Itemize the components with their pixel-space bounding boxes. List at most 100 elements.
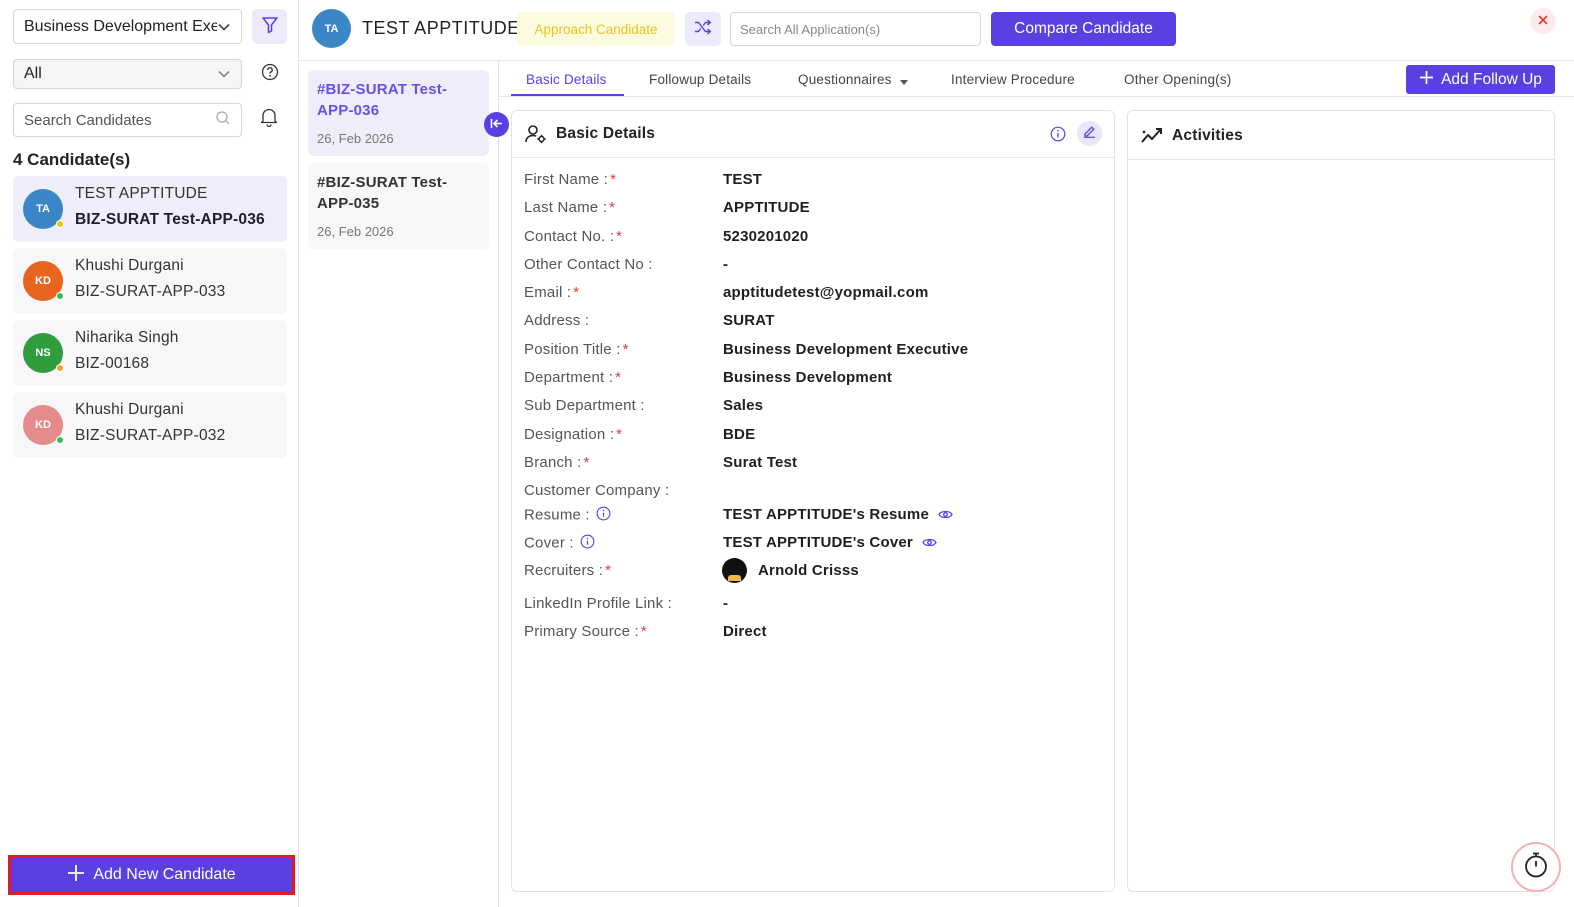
application-search-input[interactable]: Search All Application(s) <box>730 12 981 46</box>
field-value-email: apptitudetest@yopmail.com <box>723 284 929 301</box>
candidate-search-placeholder: Search Candidates <box>24 111 152 129</box>
compare-candidate-button[interactable]: Compare Candidate <box>991 12 1176 46</box>
application-date: 26, Feb 2026 <box>317 131 394 146</box>
field-label-address: Address : <box>524 312 590 329</box>
cover-link[interactable]: TEST APPTITUDE's Cover <box>723 534 937 552</box>
info-icon[interactable] <box>580 534 595 553</box>
field-value-sub-department: Sales <box>723 397 764 414</box>
add-new-candidate-label: Add New Candidate <box>93 866 236 883</box>
field-label-customer-company: Customer Company : <box>524 482 670 499</box>
field-value-recruiters: Arnold Crisss <box>758 562 859 579</box>
activities-title: Activities <box>1172 127 1243 144</box>
caret-down-icon <box>899 73 908 88</box>
tab-followup-details[interactable]: Followup Details <box>649 72 751 87</box>
status-dot <box>56 436 64 444</box>
candidate-name: Khushi Durgani <box>75 257 184 274</box>
tab-questionnaires[interactable]: Questionnaires <box>798 72 908 88</box>
candidate-code: BIZ-SURAT-APP-032 <box>75 427 226 444</box>
candidate-list-item[interactable]: KD Khushi Durgani BIZ-SURAT-APP-033 <box>13 248 287 314</box>
resume-link[interactable]: TEST APPTITUDE's Resume <box>723 506 953 524</box>
candidate-code: BIZ-00168 <box>75 355 150 372</box>
department-select[interactable]: Business Development Executive <box>13 9 242 44</box>
field-label-other-contact: Other Contact No : <box>524 256 653 273</box>
field-label-recruiters: Recruiters : * <box>524 562 612 579</box>
plus-icon <box>67 864 85 887</box>
basic-details-title: Basic Details <box>556 125 656 142</box>
field-label-sub-department: Sub Department : <box>524 397 645 414</box>
panel-divider <box>512 157 1114 158</box>
question-icon <box>261 63 279 85</box>
user-settings-icon <box>525 124 547 148</box>
field-label-branch: Branch : * <box>524 454 590 471</box>
application-item[interactable]: #BIZ-SURAT Test-APP-035 26, Feb 2026 <box>308 163 489 249</box>
stage-badge[interactable]: Approach Candidate <box>517 12 675 46</box>
add-follow-up-button[interactable]: Add Follow Up <box>1406 65 1555 94</box>
field-label-position-title: Position Title : * <box>524 341 629 358</box>
info-icon[interactable] <box>596 506 611 525</box>
close-icon <box>1538 12 1548 30</box>
filter-button[interactable] <box>252 9 287 44</box>
tab-questionnaires-label: Questionnaires <box>798 72 892 87</box>
status-dot <box>56 364 64 372</box>
field-label-designation: Designation : * <box>524 426 623 443</box>
candidate-title: TEST APPTITUDE <box>362 18 520 38</box>
application-list: #BIZ-SURAT Test-APP-036 26, Feb 2026 #BI… <box>299 61 499 907</box>
candidate-name: TEST APPTITUDE <box>75 185 208 202</box>
candidate-list-item[interactable]: KD Khushi Durgani BIZ-SURAT-APP-032 <box>13 392 287 458</box>
shuffle-button[interactable] <box>685 12 721 46</box>
eye-icon[interactable] <box>922 535 937 552</box>
field-value-address: SURAT <box>723 312 775 329</box>
field-value-position-title: Business Development Executive <box>723 341 969 358</box>
eye-icon[interactable] <box>938 507 953 524</box>
field-value-department: Business Development <box>723 369 893 386</box>
tab-basic-details[interactable]: Basic Details <box>526 72 607 87</box>
field-value-first-name: TEST <box>723 171 763 188</box>
status-dot <box>56 220 64 228</box>
application-date: 26, Feb 2026 <box>317 224 394 239</box>
activity-trend-icon <box>1140 126 1164 148</box>
application-title: #BIZ-SURAT Test-APP-036 <box>317 81 448 119</box>
avatar: TA <box>312 9 351 48</box>
field-label-email: Email : * <box>524 284 580 301</box>
stopwatch-icon <box>1522 851 1550 883</box>
field-value-primary-source: Direct <box>723 623 767 640</box>
chevron-down-icon <box>217 20 231 34</box>
field-value-last-name: APPTITUDE <box>723 199 810 216</box>
candidate-name: Khushi Durgani <box>75 401 184 418</box>
application-search-placeholder: Search All Application(s) <box>740 21 881 37</box>
close-button[interactable] <box>1530 8 1556 34</box>
candidate-list-item[interactable]: TA TEST APPTITUDE BIZ-SURAT Test-APP-036 <box>13 176 287 242</box>
candidate-list-item[interactable]: NS Niharika Singh BIZ-00168 <box>13 320 287 386</box>
tab-other-openings[interactable]: Other Opening(s) <box>1124 72 1232 87</box>
shuffle-icon <box>694 19 712 39</box>
field-value-other-contact: - <box>723 256 729 273</box>
field-label-first-name: First Name : * <box>524 171 617 188</box>
candidate-search-input[interactable]: Search Candidates <box>13 103 242 137</box>
field-label-contact-no: Contact No. : * <box>524 228 623 245</box>
collapse-panel-button[interactable] <box>484 112 509 137</box>
plus-icon <box>1419 70 1434 90</box>
field-value-branch: Surat Test <box>723 454 798 471</box>
activities-panel <box>1127 110 1555 892</box>
application-item[interactable]: #BIZ-SURAT Test-APP-036 26, Feb 2026 <box>308 70 489 156</box>
add-follow-up-label: Add Follow Up <box>1441 70 1542 88</box>
candidate-code: BIZ-SURAT Test-APP-036 <box>75 211 265 228</box>
field-label-last-name: Last Name : * <box>524 199 616 216</box>
info-icon[interactable] <box>1050 126 1066 146</box>
field-value-designation: BDE <box>723 426 756 443</box>
tab-interview-procedure[interactable]: Interview Procedure <box>951 72 1075 87</box>
notifications-button[interactable] <box>258 107 280 131</box>
edit-button[interactable] <box>1077 121 1102 146</box>
help-button[interactable] <box>259 63 281 85</box>
candidate-code: BIZ-SURAT-APP-033 <box>75 283 226 300</box>
timer-button[interactable] <box>1511 842 1561 892</box>
search-icon <box>215 110 231 130</box>
add-new-candidate-button[interactable]: Add New Candidate <box>8 855 295 895</box>
status-select[interactable]: All <box>13 59 242 89</box>
field-label-primary-source: Primary Source : * <box>524 623 647 640</box>
pencil-icon <box>1083 125 1096 142</box>
field-label-resume: Resume : <box>524 506 611 525</box>
field-label-department: Department : * <box>524 369 622 386</box>
chevron-down-icon <box>217 67 231 81</box>
department-select-value: Business Development Executive <box>24 17 217 35</box>
